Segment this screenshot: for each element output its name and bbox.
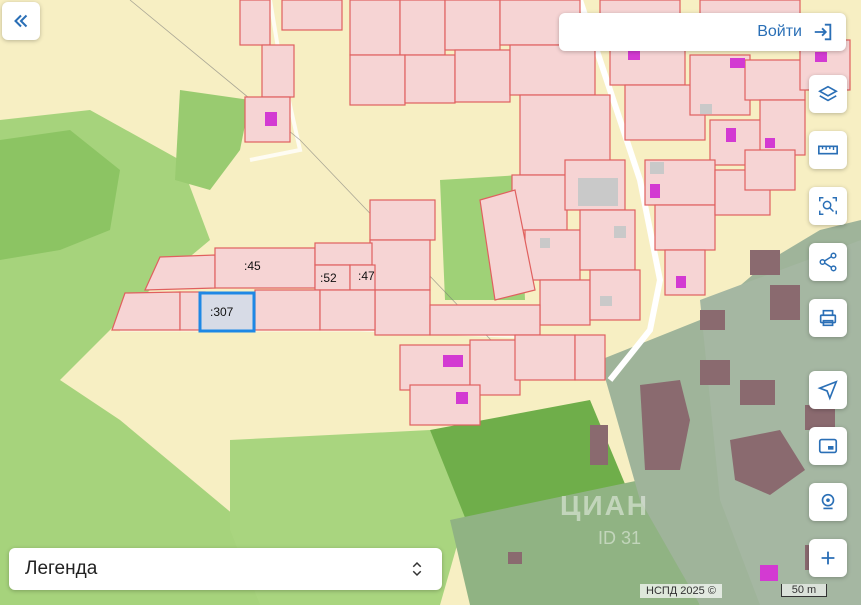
login-button[interactable]: Войти <box>559 13 846 51</box>
legend-label: Легенда <box>25 558 98 579</box>
parcel-label-45: :45 <box>244 259 261 273</box>
geolocation-button[interactable] <box>809 483 847 521</box>
map-frame-icon <box>818 438 838 454</box>
map-frame-button[interactable] <box>809 427 847 465</box>
watermark-logo: ЦИАН <box>560 490 650 521</box>
zoom-in-icon <box>821 551 835 565</box>
parcel-label-52: :52 <box>320 271 337 285</box>
watermark-id: ID 31 <box>598 528 642 548</box>
search-area-button[interactable] <box>809 187 847 225</box>
search-area-icon <box>819 197 837 215</box>
print-icon <box>819 309 837 327</box>
locate-button[interactable] <box>809 371 847 409</box>
share-icon <box>819 252 837 272</box>
login-icon <box>814 23 832 41</box>
login-label: Войти <box>757 23 802 40</box>
geolocation-icon <box>821 493 835 510</box>
print-button[interactable] <box>809 299 847 337</box>
parcel-label-47: :47 <box>358 269 375 283</box>
scale-bar: 50 m <box>781 584 827 597</box>
zoom-in-button[interactable] <box>809 539 847 577</box>
layers-button[interactable] <box>809 75 847 113</box>
locate-icon <box>817 380 838 401</box>
ruler-icon <box>818 145 838 155</box>
parcel-label-307: :307 <box>210 305 234 319</box>
ruler-button[interactable] <box>809 131 847 169</box>
double-chevron-left-icon <box>14 14 28 28</box>
chevron-up-down-icon <box>412 561 422 577</box>
map-attribution: НСПД 2025 © <box>640 584 722 598</box>
legend-dropdown[interactable]: Легенда <box>9 548 442 590</box>
layers-icon <box>818 85 838 102</box>
share-button[interactable] <box>809 243 847 281</box>
cadastral-map[interactable]: :45 :52 :47 :307 <box>0 0 861 605</box>
collapse-panel-button[interactable] <box>2 2 40 40</box>
